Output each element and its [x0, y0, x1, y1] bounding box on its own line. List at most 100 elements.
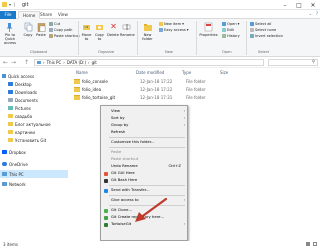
breadcrumb-data-drive[interactable]: DATA (D:): [67, 60, 86, 65]
menu-item-paste[interactable]: Paste: [101, 149, 187, 156]
copy-icon[interactable]: [24, 22, 33, 32]
menu-item-group-by[interactable]: Group by ›: [101, 122, 187, 129]
menu-separator: [109, 185, 185, 186]
chevron-right-icon: ›: [63, 60, 65, 65]
nav-this-pc[interactable]: This PC: [0, 170, 68, 178]
table-row[interactable]: folio_tortoise_git 12-Jan-18 17:31 File …: [74, 94, 318, 101]
delete-button[interactable]: Delete: [106, 33, 120, 37]
menu-item-view[interactable]: View ›: [101, 108, 187, 115]
details-view-icon[interactable]: [306, 242, 310, 246]
column-header-type[interactable]: Type: [182, 70, 191, 75]
breadcrumb-git[interactable]: git: [92, 60, 97, 65]
copy-path-button[interactable]: Copy path: [49, 28, 72, 32]
chevron-down-icon[interactable]: ⌄: [309, 11, 312, 16]
tab-view[interactable]: View: [54, 11, 72, 19]
chevron-down-icon: ▾: [182, 22, 184, 26]
search-input[interactable]: ⚲: [268, 59, 318, 66]
rename-icon[interactable]: [122, 22, 131, 32]
cut-button[interactable]: Cut: [49, 22, 60, 26]
nav-network[interactable]: Network: [2, 180, 26, 188]
window-title: git: [22, 2, 29, 8]
breadcrumb-this-pc[interactable]: This PC: [47, 60, 62, 65]
nav-quick-access[interactable]: Quick access: [2, 72, 34, 80]
properties-button[interactable]: Properties: [199, 33, 218, 37]
nav-svadba[interactable]: свадьба: [8, 112, 32, 120]
easy-access-button[interactable]: Easy access ▾: [159, 28, 189, 32]
history-button[interactable]: History: [222, 34, 240, 38]
open-button[interactable]: Open ▾: [222, 22, 239, 26]
new-folder-icon[interactable]: [143, 22, 153, 32]
select-none-button[interactable]: Select none: [250, 28, 276, 32]
menu-item-undo-rename[interactable]: Undo Rename Ctrl+Z: [101, 163, 187, 170]
folder-icon: [8, 122, 13, 126]
open-icon: [222, 22, 226, 26]
back-button[interactable]: ←: [3, 59, 8, 66]
nav-documents[interactable]: Documents: [8, 96, 38, 104]
large-icons-view-icon[interactable]: [313, 242, 317, 246]
menu-item-git-gui[interactable]: Git GUI Here: [101, 170, 187, 177]
paste-icon[interactable]: [37, 22, 46, 32]
dropbox-icon: [2, 150, 7, 154]
easy-access-icon: [159, 28, 163, 32]
up-button[interactable]: ↑: [24, 59, 29, 66]
minimize-button[interactable]: –: [278, 0, 292, 10]
column-header-size[interactable]: Size: [220, 70, 228, 75]
nav-pictures[interactable]: Pictures: [8, 104, 31, 112]
close-button[interactable]: ✕: [306, 0, 320, 10]
menu-item-sort-by[interactable]: Sort by ›: [101, 115, 187, 122]
new-item-button[interactable]: New item ▾: [159, 22, 184, 26]
rename-button[interactable]: Rename: [120, 33, 135, 37]
invert-selection-icon: [250, 34, 254, 38]
pin-icon[interactable]: [5, 22, 14, 32]
ribbon-tabs: File Home Share View ⌄ ?: [0, 10, 320, 19]
nav-downloads[interactable]: Downloads: [8, 88, 37, 96]
invert-selection-button[interactable]: Invert selection: [250, 34, 283, 38]
nav-dropbox[interactable]: Dropbox: [2, 148, 26, 156]
table-row[interactable]: folio_idea 12-Jan-18 17:22 File folder: [74, 86, 318, 93]
copy-to-icon[interactable]: [95, 22, 104, 32]
status-item-count: 3 items: [3, 242, 18, 247]
menu-item-send-with-transfer[interactable]: Send with Transfer...: [101, 187, 187, 194]
help-icon[interactable]: ?: [316, 11, 318, 16]
ribbon-divider: [78, 21, 79, 55]
tab-file[interactable]: File: [0, 11, 16, 19]
select-all-icon: [250, 22, 254, 26]
paste-button[interactable]: Paste: [34, 33, 48, 37]
computer-icon: [37, 61, 41, 64]
paste-shortcut-button[interactable]: Paste shortcut: [49, 34, 80, 38]
nav-blog[interactable]: Блог актуальное: [8, 120, 51, 128]
computer-icon: [2, 172, 7, 176]
column-header-date[interactable]: Date modified: [136, 70, 164, 75]
nav-install-git[interactable]: Установить Git: [8, 136, 46, 144]
chevron-right-icon: ›: [183, 198, 185, 202]
maximize-button[interactable]: □: [292, 0, 306, 10]
column-header-name[interactable]: Name: [76, 70, 88, 75]
search-icon: ⚲: [311, 60, 315, 65]
pin-to-quick-access-button[interactable]: Pin to Quick access: [0, 33, 20, 45]
forward-button[interactable]: →: [11, 59, 16, 66]
folder-icon: [8, 114, 13, 118]
move-to-button[interactable]: Move to: [80, 33, 93, 41]
scissors-icon: [49, 22, 53, 26]
nav-kartinki[interactable]: картинки: [8, 128, 35, 136]
menu-item-git-bash[interactable]: Git Bash Here: [101, 177, 187, 184]
table-row[interactable]: folio_console 12-Jan-18 17:22 File folde…: [74, 78, 318, 85]
group-label-select: Select: [258, 50, 270, 54]
menu-item-customize-folder[interactable]: Customize this folder...: [101, 139, 187, 146]
document-icon: [8, 98, 13, 102]
nav-desktop[interactable]: Desktop: [8, 80, 32, 88]
address-bar[interactable]: › This PC › DATA (D:) › git: [34, 59, 264, 66]
copy-button[interactable]: Copy: [21, 33, 35, 37]
properties-icon[interactable]: [204, 22, 213, 32]
move-to-icon[interactable]: [82, 22, 91, 32]
menu-item-refresh[interactable]: Refresh: [101, 129, 187, 136]
new-folder-button[interactable]: New folder: [139, 33, 156, 41]
nav-onedrive[interactable]: OneDrive: [2, 160, 28, 168]
select-all-button[interactable]: Select all: [250, 22, 271, 26]
title-bar: ▾ | git – □ ✕: [0, 0, 320, 10]
menu-item-paste-shortcut[interactable]: Paste shortcut: [101, 156, 187, 163]
git-create-repo-icon: [104, 215, 108, 220]
delete-icon[interactable]: ✕: [109, 22, 118, 32]
copy-to-button[interactable]: Copy to: [93, 33, 106, 41]
edit-button[interactable]: Edit: [222, 28, 234, 32]
